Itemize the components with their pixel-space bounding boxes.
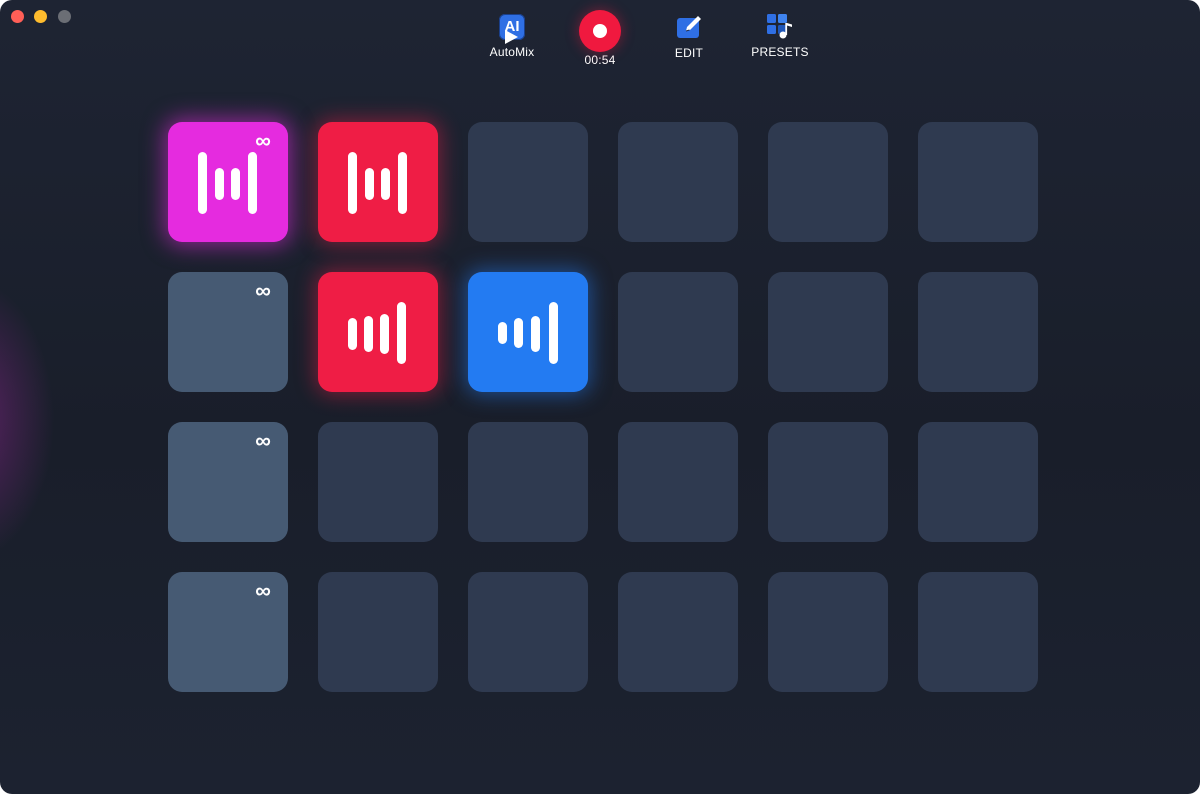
waveform-icon <box>348 152 407 214</box>
pad-3-5[interactable] <box>768 422 888 542</box>
pad-3-3[interactable] <box>468 422 588 542</box>
waveform-bar <box>348 152 357 214</box>
waveform-icon <box>498 302 558 364</box>
pad-4-1[interactable]: ∞ <box>168 572 288 692</box>
waveform-bar <box>364 316 373 352</box>
pad-1-3[interactable] <box>468 122 588 242</box>
close-window-button[interactable] <box>11 10 24 23</box>
pad-2-1[interactable]: ∞ <box>168 272 288 392</box>
pad-1-1[interactable]: ∞ <box>168 122 288 242</box>
waveform-icon <box>348 302 406 364</box>
waveform-bar <box>549 302 558 364</box>
edit-icon <box>677 16 701 38</box>
loop-icon: ∞ <box>255 278 271 303</box>
pad-2-2[interactable] <box>318 272 438 392</box>
pad-2-5[interactable] <box>768 272 888 392</box>
loop-icon: ∞ <box>255 128 271 153</box>
pad-1-6[interactable] <box>918 122 1038 242</box>
pad-2-3[interactable] <box>468 272 588 392</box>
presets-icon <box>767 14 792 39</box>
pad-4-2[interactable] <box>318 572 438 692</box>
waveform-bar <box>381 168 390 200</box>
edit-button[interactable]: EDIT <box>664 13 714 60</box>
waveform-bar <box>380 314 389 354</box>
minimize-window-button[interactable] <box>34 10 47 23</box>
pad-4-3[interactable] <box>468 572 588 692</box>
edit-label: EDIT <box>674 46 704 60</box>
app-window: AI AutoMix 00:54 EDIT PRESETS ∞ ∞ ∞ ∞ <box>0 0 1200 794</box>
zoom-window-button[interactable] <box>58 10 71 23</box>
pad-3-1[interactable]: ∞ <box>168 422 288 542</box>
pad-4-5[interactable] <box>768 572 888 692</box>
record-button[interactable]: 00:54 <box>576 10 624 67</box>
presets-label: PRESETS <box>751 45 809 59</box>
pad-4-4[interactable] <box>618 572 738 692</box>
pad-2-6[interactable] <box>918 272 1038 392</box>
pad-1-5[interactable] <box>768 122 888 242</box>
loop-icon: ∞ <box>255 428 271 453</box>
waveform-bar <box>514 318 523 348</box>
waveform-bar <box>248 152 257 214</box>
waveform-bar <box>397 302 406 364</box>
waveform-bar <box>498 322 507 344</box>
automix-button[interactable]: AI AutoMix <box>484 13 540 59</box>
pad-3-2[interactable] <box>318 422 438 542</box>
waveform-bar <box>348 318 357 350</box>
waveform-bar <box>531 316 540 352</box>
pad-3-6[interactable] <box>918 422 1038 542</box>
play-icon <box>505 30 518 44</box>
pad-1-2[interactable] <box>318 122 438 242</box>
waveform-bar <box>231 168 240 200</box>
loop-icon: ∞ <box>255 578 271 603</box>
record-icon <box>579 10 621 52</box>
record-timer: 00:54 <box>584 53 616 67</box>
waveform-bar <box>398 152 407 214</box>
pad-4-6[interactable] <box>918 572 1038 692</box>
waveform-bar <box>215 168 224 200</box>
waveform-bar <box>365 168 374 200</box>
pad-3-4[interactable] <box>618 422 738 542</box>
automix-label: AutoMix <box>489 45 535 59</box>
presets-button[interactable]: PRESETS <box>748 12 812 59</box>
pad-1-4[interactable] <box>618 122 738 242</box>
waveform-bar <box>198 152 207 214</box>
automix-icon: AI <box>497 13 527 44</box>
pad-2-4[interactable] <box>618 272 738 392</box>
